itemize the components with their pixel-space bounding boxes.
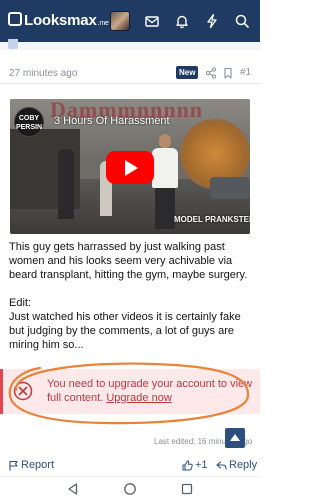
- like-button[interactable]: +1: [182, 459, 208, 471]
- app-header: Looksmax .me: [0, 0, 260, 42]
- cutoff-avatar: [8, 39, 18, 49]
- recents-icon[interactable]: [180, 482, 194, 496]
- video-watermark: MODEL PRANKSTERS: [174, 215, 250, 225]
- system-nav-bar: [0, 476, 260, 500]
- error-x-icon: [13, 381, 33, 401]
- reply-label: Reply: [229, 459, 258, 471]
- bookmark-icon[interactable]: [222, 67, 234, 79]
- report-label: Report: [21, 459, 55, 471]
- home-icon[interactable]: [123, 482, 137, 496]
- post-actions: Report +1 Reply: [0, 457, 260, 475]
- post-time[interactable]: 27 minutes ago: [9, 68, 77, 79]
- reply-icon: [216, 460, 227, 470]
- mail-icon[interactable]: [144, 13, 160, 29]
- like-count: +1: [195, 459, 208, 471]
- report-button[interactable]: Report: [8, 459, 54, 471]
- upgrade-link[interactable]: Upgrade now: [106, 392, 171, 404]
- reply-button[interactable]: Reply: [216, 459, 257, 471]
- back-icon[interactable]: [66, 482, 80, 496]
- logo-suffix: .me: [97, 20, 109, 27]
- post-paragraph: This guy gets harrassed by just walking …: [9, 241, 248, 281]
- post-paragraph: Just watched his other videos it is cert…: [9, 311, 241, 351]
- scroll-to-top-button[interactable]: [225, 428, 245, 448]
- watermark-text: MODEL PRANKSTERS: [174, 215, 250, 225]
- previous-post-edge: [0, 39, 260, 50]
- search-icon[interactable]: [234, 13, 250, 29]
- post-number[interactable]: #1: [240, 67, 251, 78]
- post-body: This guy gets harrassed by just walking …: [9, 240, 255, 352]
- logo-mark-icon: [8, 12, 22, 26]
- notice-message: You need to upgrade your account to view…: [47, 377, 257, 405]
- site-logo[interactable]: Looksmax .me: [8, 11, 109, 29]
- channel-logo[interactable]: COBY PERSIN: [14, 107, 44, 137]
- thumbs-up-icon: [182, 460, 193, 470]
- play-icon: [125, 160, 138, 176]
- flag-icon: [9, 460, 18, 470]
- post-paragraph: Edit:: [9, 297, 32, 309]
- embedded-video[interactable]: Dammmnnnnn COBY PERSIN 3 Hours Of Harass…: [10, 99, 250, 234]
- bell-icon[interactable]: [174, 13, 190, 29]
- lightning-icon[interactable]: [204, 13, 220, 29]
- new-badge: New: [176, 66, 199, 79]
- video-title[interactable]: 3 Hours Of Harassment: [54, 115, 170, 127]
- logo-text: Looksmax: [24, 12, 97, 29]
- arrow-up-icon: [230, 434, 240, 441]
- user-avatar[interactable]: [110, 11, 130, 31]
- play-button[interactable]: [106, 151, 154, 184]
- post-meta: 27 minutes ago New #1: [0, 58, 260, 84]
- upgrade-notice: You need to upgrade your account to view…: [0, 369, 260, 414]
- share-icon[interactable]: [205, 67, 217, 79]
